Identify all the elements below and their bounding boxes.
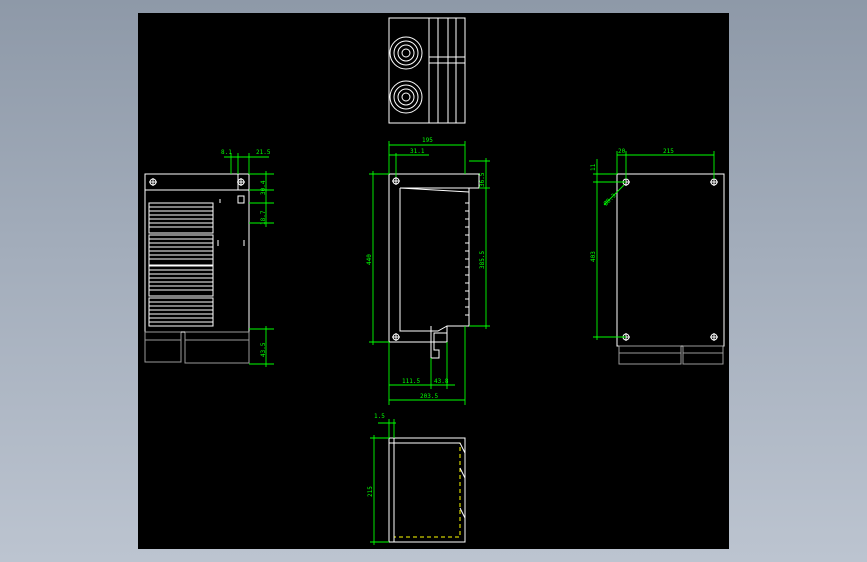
dim-left-1: 8.1 bbox=[221, 149, 232, 156]
dim-left-3: 30.4 bbox=[260, 180, 267, 195]
dim-front-small-right: 36.5 bbox=[479, 172, 486, 187]
left-side-view: 8.1 21.5 30.4 18.7 43.5 bbox=[144, 149, 274, 367]
dim-front-bottom-total: 203.5 bbox=[420, 393, 438, 400]
dim-left-4: 18.7 bbox=[260, 210, 267, 225]
dim-front-bottom-right: 43.8 bbox=[434, 378, 449, 385]
top-view bbox=[388, 17, 466, 124]
dim-left-2: 21.5 bbox=[256, 149, 271, 156]
dim-front-width-top: 195 bbox=[422, 137, 433, 144]
dim-back-hole: Ø8.3 bbox=[602, 192, 617, 207]
dim-back-height: 403 bbox=[590, 251, 597, 262]
dim-bottom-height: 215 bbox=[367, 486, 374, 497]
fan-circle-top bbox=[389, 36, 423, 70]
drawing-canvas[interactable]: 8.1 21.5 30.4 18.7 43.5 195 31.1 440 385… bbox=[138, 13, 729, 549]
dim-back-small: 11 bbox=[590, 163, 597, 171]
bottom-view: 1.5 215 bbox=[367, 413, 466, 545]
dim-front-offset-top: 31.1 bbox=[410, 148, 425, 155]
dim-bottom-small: 1.5 bbox=[374, 413, 385, 420]
dim-back-left: 20 bbox=[618, 148, 626, 155]
fan-circle-bottom bbox=[389, 80, 423, 114]
front-view: 195 31.1 440 385.5 36.5 111.5 43.8 203.5 bbox=[366, 137, 490, 405]
dim-front-inner-height: 385.5 bbox=[479, 251, 486, 269]
back-view: 11 20 215 Ø8.3 403 bbox=[590, 148, 725, 365]
dim-back-width: 215 bbox=[663, 148, 674, 155]
dim-left-5: 43.5 bbox=[260, 342, 267, 357]
cad-drawing: 8.1 21.5 30.4 18.7 43.5 195 31.1 440 385… bbox=[144, 17, 725, 545]
dim-front-height: 440 bbox=[366, 254, 373, 265]
dim-front-bottom-left: 111.5 bbox=[402, 378, 420, 385]
